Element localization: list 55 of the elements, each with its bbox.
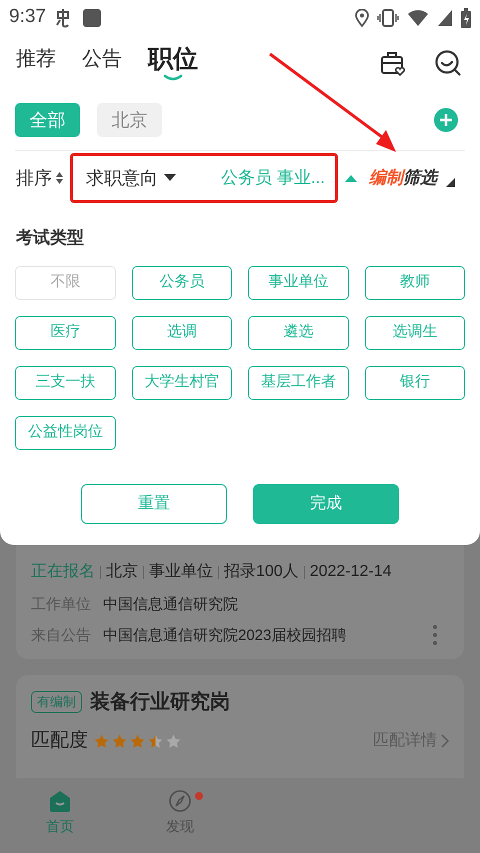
vibrate-icon	[377, 8, 399, 26]
tab[interactable]: 职位	[148, 44, 198, 82]
briefcase-icon[interactable]	[380, 50, 406, 76]
field-value: 中国信息通信研究院	[103, 595, 238, 615]
intent-dropdown[interactable]: 求职意向	[86, 164, 176, 192]
filter-chip[interactable]: 北京	[97, 103, 162, 137]
field-value: 中国信息通信研究院2023届校园招聘	[103, 626, 346, 646]
sort-button[interactable]: 排序	[16, 164, 64, 192]
option-button[interactable]: 银行	[364, 366, 465, 400]
chevron-icon	[441, 734, 449, 748]
option-button[interactable]: 大学生村官	[132, 366, 232, 400]
option-button[interactable]: 遴选	[248, 316, 348, 350]
sort-icon	[55, 171, 64, 185]
intent-value: 公务员 事业...	[221, 167, 325, 190]
nav-item[interactable]: 首页	[0, 778, 120, 853]
job-status: 正在报名	[31, 562, 95, 582]
option-button[interactable]: 基层工作者	[248, 366, 348, 400]
option-button[interactable]: 事业单位	[248, 266, 348, 300]
compass-icon	[169, 790, 191, 812]
square-icon	[82, 8, 102, 28]
edit-filter-button[interactable]: 编制筛选	[369, 165, 437, 191]
add-icon[interactable]	[434, 108, 458, 132]
corner-icon	[446, 178, 455, 186]
battery-icon	[461, 8, 471, 28]
filter-chip[interactable]: 全部	[15, 103, 80, 137]
status-time: 9:37	[9, 5, 46, 30]
option-button[interactable]: 三支一扶	[15, 366, 116, 400]
job-meta: 北京	[106, 562, 138, 582]
option-button[interactable]: 选调	[132, 316, 232, 350]
job-title: 装备行业研究岗	[90, 690, 230, 715]
search-icon[interactable]	[434, 48, 462, 76]
caret-icon	[164, 174, 176, 182]
tab[interactable]: 公告	[82, 44, 122, 82]
home-icon	[49, 790, 71, 812]
tab-underline-icon	[163, 74, 183, 82]
option-button[interactable]: 公务员	[132, 266, 232, 300]
job-meta: 招录100人	[224, 562, 299, 582]
more-icon[interactable]	[433, 625, 437, 645]
job-meta: 事业单位	[149, 562, 213, 582]
option-button[interactable]: 不限	[15, 266, 116, 300]
job-meta: 2022-12-14	[310, 562, 392, 582]
wifi-icon	[407, 8, 429, 26]
option-button[interactable]: 选调生	[364, 316, 465, 350]
signal-icon	[437, 8, 453, 26]
done-button[interactable]: 完成	[253, 484, 399, 524]
reset-button[interactable]: 重置	[81, 484, 227, 524]
job-tag: 有编制	[31, 691, 82, 713]
option-button[interactable]: 公益性岗位	[15, 416, 116, 450]
caret-icon[interactable]	[345, 174, 357, 182]
option-button[interactable]: 医疗	[15, 316, 116, 350]
match-label: 匹配度	[31, 729, 88, 753]
section-title: 考试类型	[15, 227, 85, 249]
tab[interactable]: 推荐	[16, 44, 56, 82]
location-icon	[355, 8, 369, 26]
option-button[interactable]: 教师	[364, 266, 465, 300]
